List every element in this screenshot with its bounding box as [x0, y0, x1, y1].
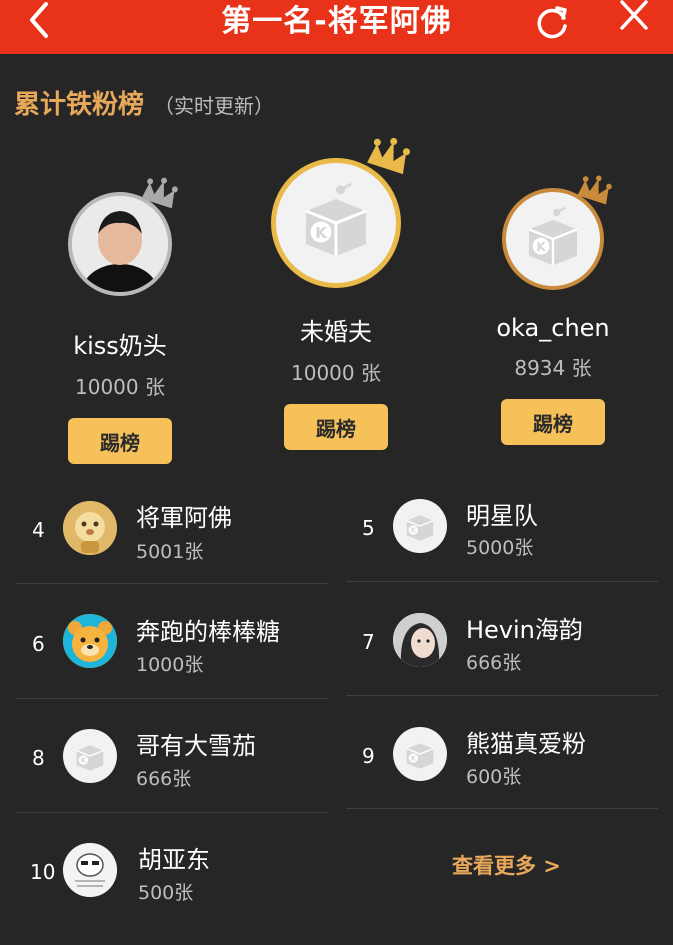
see-more-link[interactable]: 查看更多 > [452, 850, 561, 880]
rank-name: Hevin海韵 [466, 616, 583, 644]
rank-count: 1000张 [136, 654, 204, 676]
list-item[interactable]: 6 奔跑的棒棒糖 1000张 [0, 602, 330, 682]
top-bar: 第一名-将军阿佛 [0, 0, 673, 54]
divider [346, 581, 658, 582]
list-item[interactable]: 10 胡亚东 500张 [0, 830, 330, 910]
list-item[interactable]: 9 K 熊猫真爱粉 600张 [340, 714, 670, 794]
refresh-icon [537, 6, 567, 39]
kick-button[interactable]: 踢榜 [501, 399, 605, 445]
list-item[interactable]: 4 将軍阿佛 5001张 [0, 488, 330, 568]
section-title-text: 累计铁粉榜 [14, 90, 145, 120]
svg-text:K: K [81, 757, 87, 765]
default-k-logo-icon: K [63, 729, 117, 783]
list-item[interactable]: 8 K 哥有大雪茄 666张 [0, 716, 330, 796]
rank-number: 6 [32, 632, 45, 656]
svg-text:K: K [315, 224, 328, 242]
rank-number: 7 [362, 630, 375, 654]
divider [346, 808, 658, 809]
podium-name: 未婚夫 [300, 318, 372, 346]
divider [16, 583, 328, 584]
kick-button[interactable]: 踢榜 [284, 404, 388, 450]
podium-rank-2[interactable]: kiss奶头 10000 张 踢榜 [40, 177, 200, 464]
default-k-logo-icon: K [393, 499, 447, 553]
bear-avatar-icon [63, 614, 117, 668]
rank-number: 5 [362, 516, 375, 540]
chevron-left-icon [30, 2, 48, 38]
podium-name: oka_chen [496, 314, 610, 342]
rank-number: 8 [32, 746, 45, 770]
close-icon [620, 0, 648, 30]
rank-number: 9 [362, 744, 375, 768]
svg-text:K: K [536, 240, 546, 254]
rank-count: 5000张 [466, 537, 534, 559]
rank-number: 10 [30, 860, 56, 884]
rank-count: 666张 [136, 768, 192, 790]
podium-count: 8934 张 [514, 356, 592, 380]
podium-rank-3[interactable]: K oka_chen 8934 张 踢榜 [473, 175, 633, 445]
person-photo-icon [72, 196, 168, 292]
section-subtitle: （实时更新） [154, 94, 275, 118]
page-title: 第一名-将军阿佛 [221, 4, 452, 39]
back-button[interactable] [22, 0, 62, 44]
list-item[interactable]: 7 Hevin海韵 666张 [340, 600, 670, 680]
divider [16, 812, 328, 813]
close-button[interactable] [612, 0, 656, 44]
rank-name: 奔跑的棒棒糖 [136, 618, 280, 646]
rank-count: 500张 [138, 882, 194, 904]
rank-name: 胡亚东 [138, 846, 210, 874]
rank-number: 4 [32, 518, 45, 542]
rank-name: 熊猫真爱粉 [466, 730, 586, 758]
refresh-button[interactable] [530, 0, 576, 44]
divider [346, 695, 658, 696]
kick-button[interactable]: 踢榜 [68, 418, 172, 464]
list-item[interactable]: 5 K 明星队 5000张 [340, 486, 670, 566]
svg-text:K: K [411, 755, 417, 763]
svg-text:K: K [411, 527, 417, 535]
lion-avatar-icon [63, 501, 117, 555]
rank-count: 666张 [466, 652, 522, 674]
podium-rank-1[interactable]: K 未婚夫 10000 张 踢榜 [256, 137, 416, 450]
rank-count: 5001张 [136, 541, 204, 563]
podium-count: 10000 张 [291, 361, 381, 385]
girl-photo-avatar-icon [393, 613, 447, 667]
rank-name: 哥有大雪茄 [136, 732, 256, 760]
avatar: K [271, 158, 401, 288]
divider [16, 698, 328, 699]
cartoon-avatar-icon [63, 843, 117, 897]
podium-count: 10000 张 [75, 375, 165, 399]
rank-name: 明星队 [466, 502, 538, 530]
default-k-logo-icon: K [528, 206, 578, 266]
podium-name: kiss奶头 [73, 332, 167, 360]
section-title: 累计铁粉榜 （实时更新） [14, 84, 274, 121]
default-k-logo-icon: K [305, 182, 367, 256]
default-k-logo-icon: K [393, 727, 447, 781]
rank-count: 600张 [466, 766, 522, 788]
rank-name: 将軍阿佛 [136, 504, 232, 532]
